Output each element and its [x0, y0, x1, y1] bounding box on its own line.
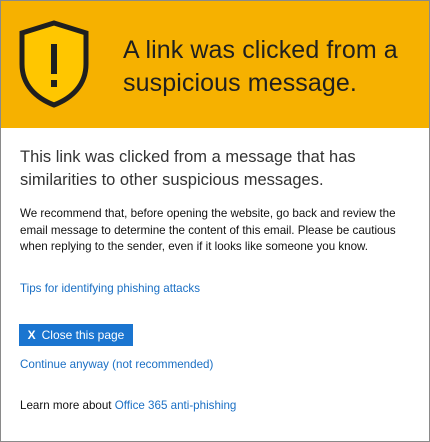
warning-page: A link was clicked from a suspicious mes…: [0, 0, 430, 442]
warning-banner: A link was clicked from a suspicious mes…: [1, 1, 429, 128]
warning-shield-icon: [19, 20, 89, 108]
warning-subtitle: This link was clicked from a message tha…: [20, 148, 356, 189]
close-button-label: Close this page: [41, 328, 125, 342]
continue-anyway-link[interactable]: Continue anyway (not recommended): [20, 358, 213, 371]
warning-body-text: We recommend that, before opening the we…: [20, 207, 396, 253]
learn-more-text: Learn more about Office 365 anti-phishin…: [20, 399, 236, 412]
close-page-button[interactable]: X Close this page: [19, 324, 133, 346]
close-icon: X: [27, 328, 36, 342]
phishing-tips-link[interactable]: Tips for identifying phishing attacks: [20, 282, 200, 295]
banner-title: A link was clicked from a suspicious mes…: [123, 36, 398, 97]
anti-phishing-link[interactable]: Office 365 anti-phishing: [115, 399, 237, 412]
learn-more-prefix: Learn more about: [20, 399, 112, 412]
